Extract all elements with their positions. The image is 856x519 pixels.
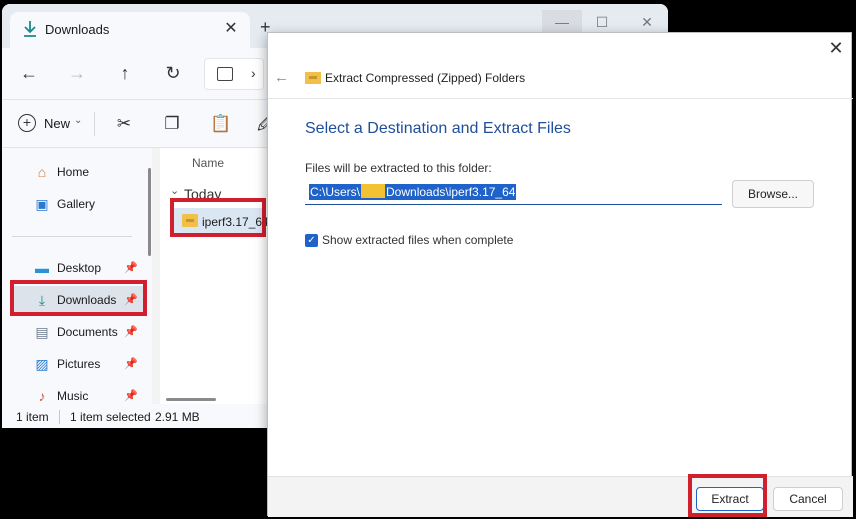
- download-icon: ⤓: [38, 292, 46, 308]
- checkbox-label[interactable]: Show extracted files when complete: [322, 233, 513, 247]
- pin-icon[interactable]: 📌: [124, 293, 138, 306]
- sidebar-item-label: Documents: [57, 325, 118, 339]
- sidebar-item-label: Downloads: [57, 293, 117, 307]
- scissors-icon[interactable]: ✂: [114, 114, 134, 134]
- sidebar-scrollbar[interactable]: [148, 168, 151, 256]
- path-suffix: Downloads\iperf3.17_64: [386, 185, 516, 199]
- minimize-button[interactable]: —: [542, 10, 582, 34]
- sidebar-item-gallery[interactable]: ▣ Gallery: [12, 190, 144, 218]
- zip-folder-icon: [305, 72, 321, 84]
- tab-downloads[interactable]: Downloads ✕: [10, 12, 250, 48]
- dialog-heading: Select a Destination and Extract Files: [305, 120, 571, 137]
- item-count: 1 item: [16, 410, 49, 424]
- refresh-icon[interactable]: ↻: [162, 62, 184, 84]
- destination-path-input[interactable]: C:\Users\ Downloads\iperf3.17_64: [305, 180, 722, 205]
- pictures-icon: ▨: [35, 356, 49, 372]
- sidebar-item-desktop[interactable]: ▬ Desktop 📌: [12, 254, 144, 282]
- chevron-right-icon: ›: [251, 65, 256, 81]
- selected-path-text: C:\Users\ Downloads\iperf3.17_64: [309, 184, 517, 200]
- horizontal-scrollbar[interactable]: [166, 398, 216, 401]
- window-close-button[interactable]: ✕: [627, 10, 667, 34]
- path-label: Files will be extracted to this folder:: [305, 161, 492, 175]
- close-icon[interactable]: ✕: [222, 20, 240, 38]
- path-prefix: C:\Users\: [310, 185, 361, 199]
- paste-icon[interactable]: 📋: [210, 114, 231, 134]
- close-icon[interactable]: ✕: [827, 39, 845, 57]
- show-files-checkbox[interactable]: ✓: [305, 234, 318, 247]
- browse-button[interactable]: Browse...: [732, 180, 814, 208]
- chevron-down-icon: ⌄: [74, 115, 83, 126]
- column-header-name[interactable]: Name: [192, 156, 224, 170]
- sidebar-item-label: Gallery: [57, 197, 96, 211]
- new-label: New: [44, 116, 71, 131]
- chevron-down-icon[interactable]: ⌄: [170, 184, 179, 197]
- list-item[interactable]: iperf3.17_64: [174, 208, 269, 234]
- sidebar-item-downloads[interactable]: ⤓ Downloads 📌: [12, 286, 144, 314]
- download-icon: [24, 21, 36, 37]
- forward-arrow-icon[interactable]: →: [66, 62, 88, 84]
- sidebar-item-label: Home: [57, 165, 90, 179]
- dialog-divider: [268, 98, 853, 99]
- back-arrow-icon[interactable]: ←: [18, 62, 40, 84]
- documents-icon: ▤: [35, 324, 49, 340]
- pin-icon[interactable]: 📌: [124, 389, 138, 402]
- breadcrumb[interactable]: ›: [204, 58, 264, 90]
- back-arrow-icon[interactable]: ←: [274, 69, 289, 86]
- navigation-pane: ⌂ Home ▣ Gallery ▬ Desktop 📌 ⤓ Downloads…: [2, 148, 152, 404]
- toolbar-divider: [94, 112, 95, 136]
- pin-icon[interactable]: 📌: [124, 357, 138, 370]
- up-arrow-icon[interactable]: ↑: [114, 62, 136, 84]
- selection-count: 1 item selected: [70, 410, 151, 424]
- sidebar-item-pictures[interactable]: ▨ Pictures 📌: [12, 350, 144, 378]
- maximize-button[interactable]: ☐: [582, 10, 622, 34]
- copy-icon[interactable]: ❐: [162, 114, 182, 134]
- sidebar-item-home[interactable]: ⌂ Home: [12, 158, 144, 186]
- desktop-icon: ▬: [35, 260, 49, 276]
- dialog-footer: Extract Cancel: [268, 476, 853, 517]
- cancel-button[interactable]: Cancel: [773, 487, 843, 511]
- home-icon: ⌂: [37, 164, 47, 180]
- music-icon: ♪: [38, 388, 46, 404]
- dialog-title: Extract Compressed (Zipped) Folders: [325, 71, 526, 85]
- redacted-username: [361, 184, 386, 198]
- tab-title: Downloads: [45, 22, 110, 37]
- extract-dialog: ✕ ← Extract Compressed (Zipped) Folders …: [267, 32, 853, 517]
- monitor-icon: [217, 67, 233, 81]
- group-header[interactable]: Today: [184, 186, 221, 202]
- selection-size: 2.91 MB: [155, 410, 200, 424]
- pin-icon[interactable]: 📌: [124, 261, 138, 274]
- plus-icon: +: [18, 114, 36, 132]
- pin-icon[interactable]: 📌: [124, 325, 138, 338]
- sidebar-item-label: Pictures: [57, 357, 101, 371]
- sidebar-divider: [12, 236, 132, 237]
- file-name: iperf3.17_64: [202, 215, 269, 229]
- zip-folder-icon: [182, 214, 198, 227]
- sidebar-item-documents[interactable]: ▤ Documents 📌: [12, 318, 144, 346]
- status-divider: [59, 410, 60, 424]
- extract-button[interactable]: Extract: [696, 487, 764, 511]
- gallery-icon: ▣: [35, 196, 49, 212]
- sidebar-item-label: Desktop: [57, 261, 102, 275]
- sidebar-item-label: Music: [57, 389, 89, 403]
